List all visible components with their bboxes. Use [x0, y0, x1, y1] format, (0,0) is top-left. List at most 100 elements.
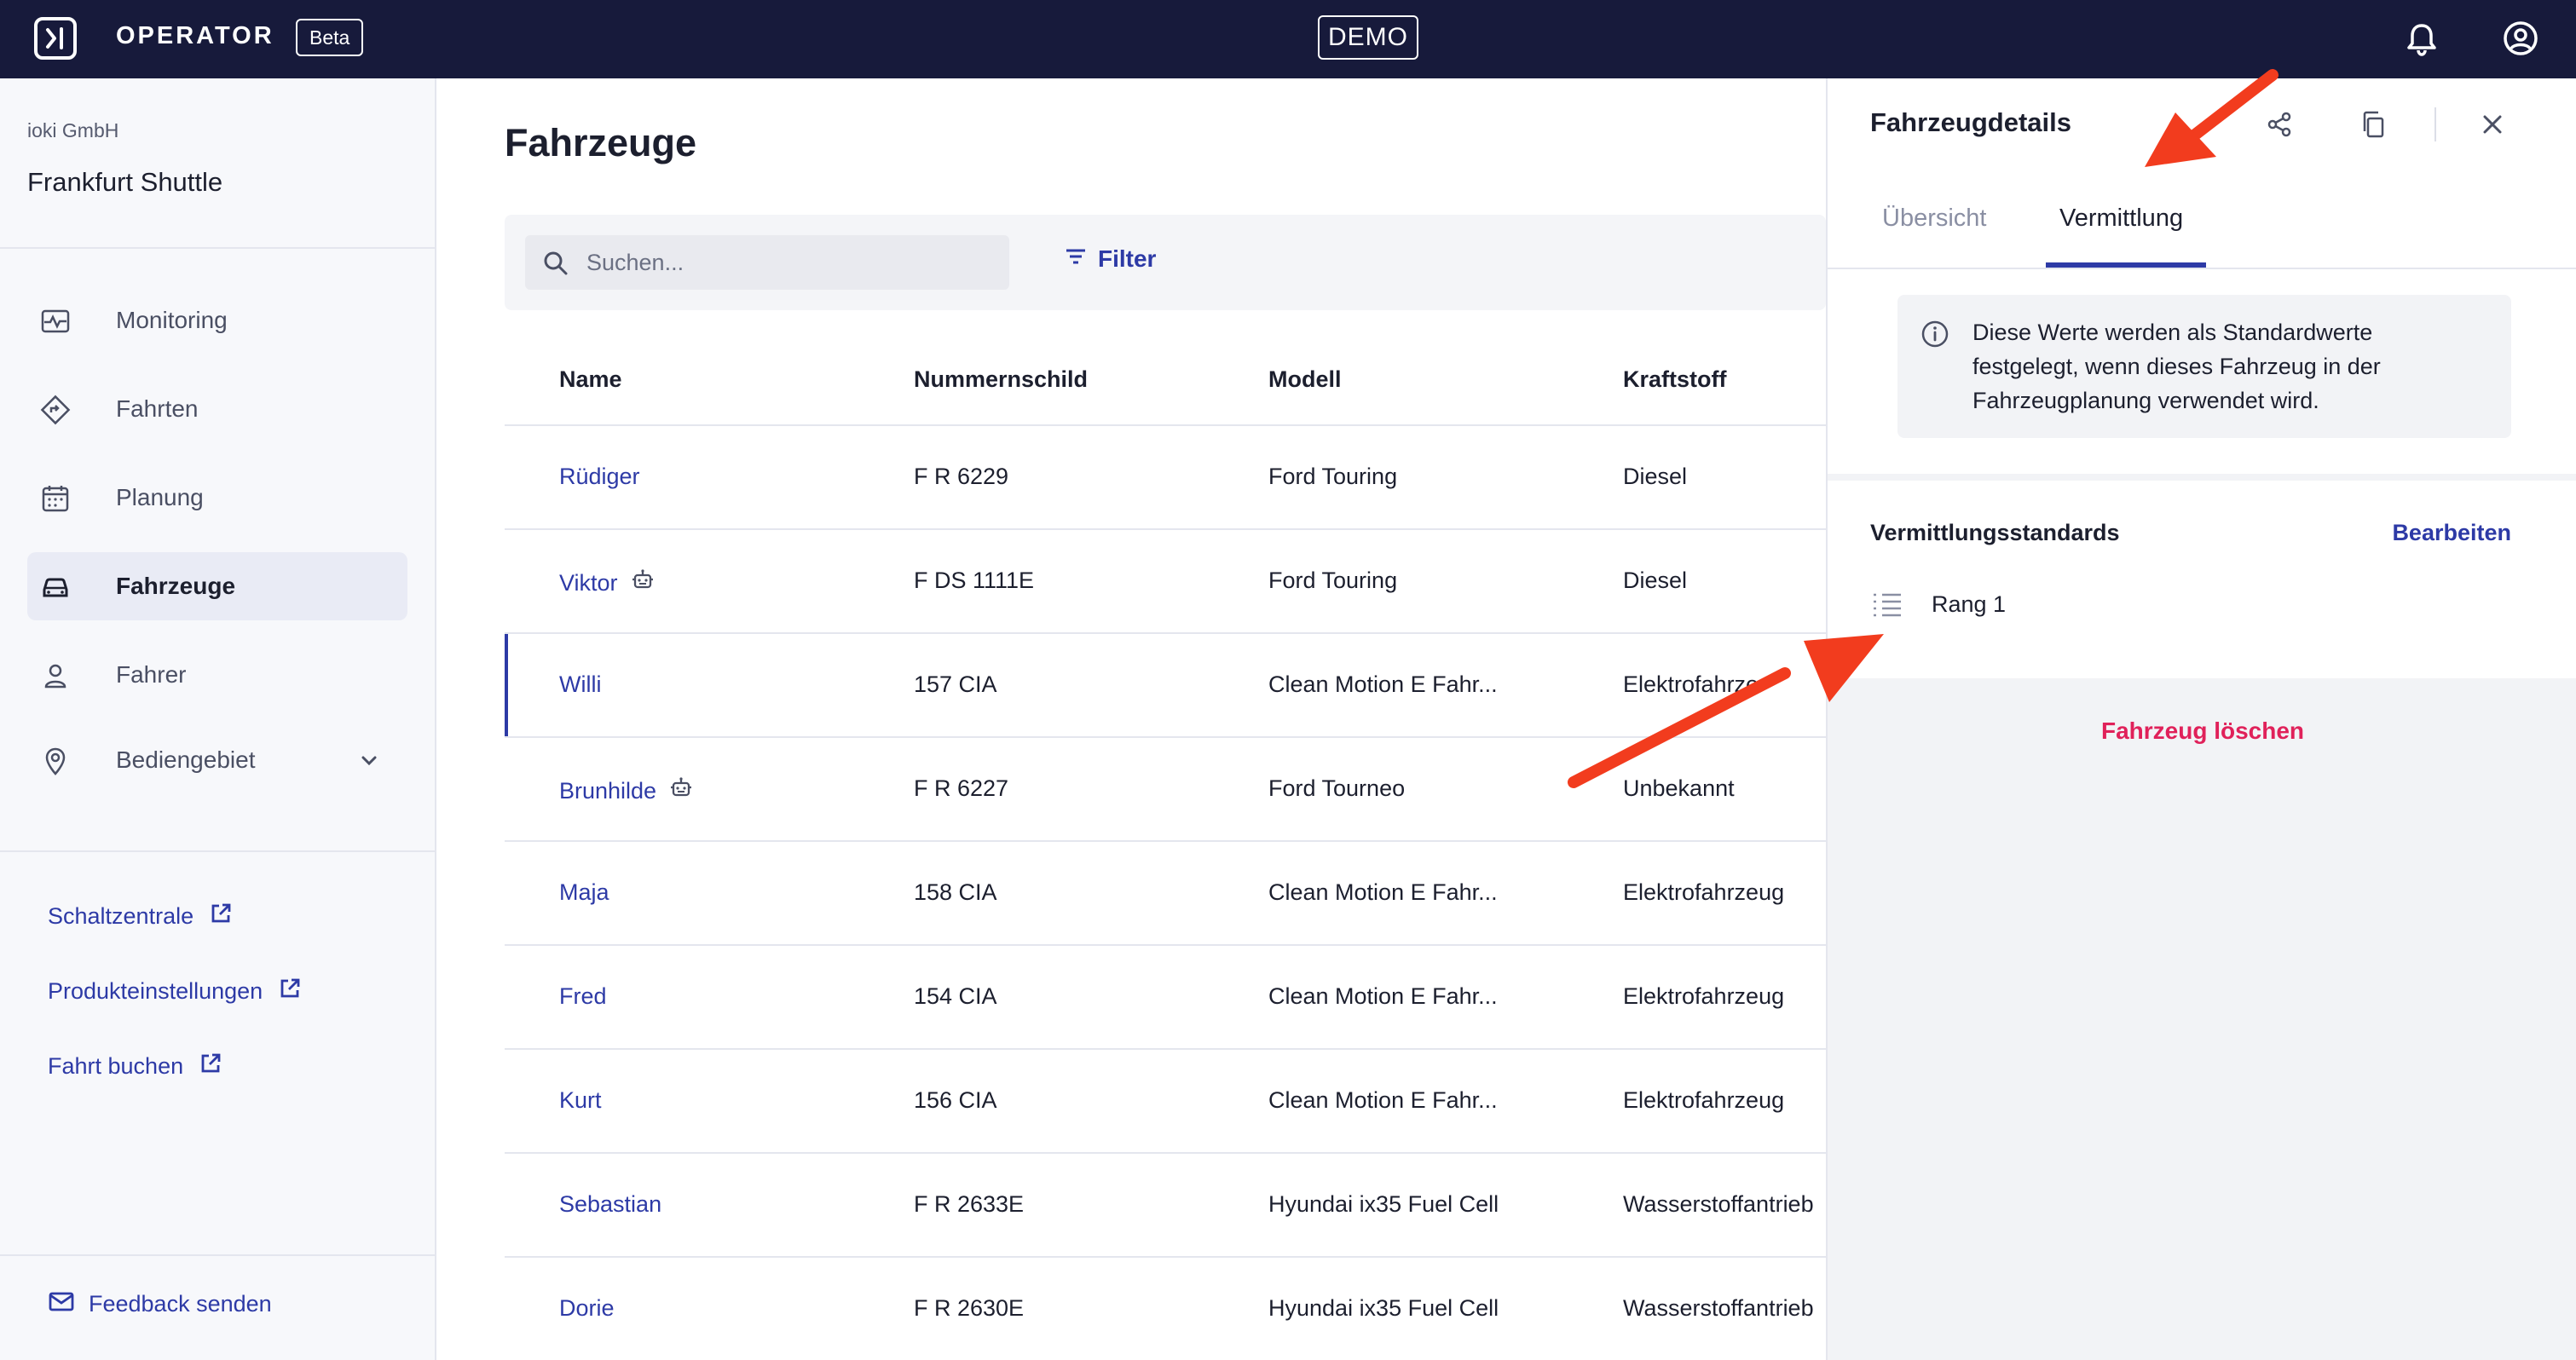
vehicle-model: Clean Motion E Fahr...: [1268, 671, 1498, 697]
active-tab-indicator: [2046, 262, 2206, 268]
vehicle-name-link[interactable]: Fred: [559, 983, 607, 1010]
copy-icon[interactable]: [2358, 109, 2388, 140]
license-plate: F R 6229: [914, 464, 1009, 489]
search-box[interactable]: [525, 235, 1009, 290]
fuel-type: Elektrofahrze: [1623, 671, 1759, 697]
sidebar-item-fahrten[interactable]: Fahrten: [27, 375, 407, 443]
link-fahrt-buchen[interactable]: Fahrt buchen: [48, 1052, 222, 1081]
feedback-button[interactable]: Feedback senden: [48, 1288, 272, 1320]
sidebar-item-monitoring[interactable]: Monitoring: [27, 286, 407, 354]
chevron-down-icon[interactable]: [356, 748, 382, 778]
sidebar-item-fahrzeuge[interactable]: Fahrzeuge: [27, 552, 407, 620]
delete-vehicle-button[interactable]: Fahrzeug löschen: [1828, 717, 2576, 745]
table-row[interactable]: Willi 157 CIA Clean Motion E Fahr... Elektr…: [505, 634, 1826, 738]
info-text: Diese Werte werden als Standardwerte fes…: [1972, 320, 2381, 413]
vehicle-name-link[interactable]: Dorie: [559, 1295, 615, 1322]
tab-vermittlung[interactable]: Vermittlung: [2059, 205, 2183, 233]
table-row[interactable]: Viktor F DS 1111E Ford Touring Diesel: [505, 530, 1826, 634]
license-plate: F R 2630E: [914, 1295, 1025, 1321]
filter-button[interactable]: Filter: [1064, 245, 1156, 273]
car-icon: [39, 571, 72, 603]
robot-icon: [630, 568, 656, 599]
link-label: Schaltzentrale: [48, 903, 194, 929]
vehicle-name-link[interactable]: Maja: [559, 879, 609, 906]
user-account-icon[interactable]: [2501, 19, 2540, 58]
beta-badge: Beta: [296, 19, 364, 56]
license-plate: F R 2633E: [914, 1191, 1025, 1217]
section-title: Vermittlungsstandards: [1870, 520, 2120, 545]
fuel-type: Diesel: [1623, 464, 1688, 489]
table-row[interactable]: Rüdiger F R 6229 Ford Touring Diesel: [505, 426, 1826, 530]
table-row[interactable]: Sebastian F R 2633E Hyundai ix35 Fuel Cell…: [505, 1154, 1826, 1258]
project-name[interactable]: Frankfurt Shuttle: [27, 167, 222, 198]
close-icon[interactable]: [2477, 109, 2508, 140]
vehicle-model: Clean Motion E Fahr...: [1268, 879, 1498, 905]
sidebar-item-label: Bediengebiet: [116, 746, 256, 773]
filter-label: Filter: [1098, 245, 1157, 272]
column-header-fuel[interactable]: Kraftstoff: [1623, 366, 1727, 393]
license-plate: 158 CIA: [914, 879, 997, 905]
search-input[interactable]: [586, 235, 996, 290]
vehicle-name: Sebastian: [559, 1191, 662, 1217]
table-row[interactable]: Dorie F R 2630E Hyundai ix35 Fuel Cell Wass…: [505, 1258, 1826, 1360]
vehicle-name: Kurt: [559, 1087, 602, 1113]
sidebar-item-bediengebiet[interactable]: Bediengebiet: [27, 726, 407, 794]
vehicle-name-link[interactable]: Brunhilde: [559, 775, 694, 807]
bell-icon[interactable]: [2402, 19, 2441, 58]
calendar-icon: [39, 482, 72, 515]
fuel-type: Unbekannt: [1623, 775, 1735, 801]
sidebar-item-label: Fahrten: [116, 395, 199, 422]
vehicle-name: Viktor: [559, 570, 618, 596]
sidebar-item-label: Monitoring: [116, 307, 228, 333]
vehicle-model: Clean Motion E Fahr...: [1268, 983, 1498, 1009]
sidebar-item-fahrer[interactable]: Fahrer: [27, 641, 407, 709]
column-header-name[interactable]: Name: [559, 366, 622, 393]
table-row[interactable]: Fred 154 CIA Clean Motion E Fahr... Elektro…: [505, 946, 1826, 1050]
vehicle-name-link[interactable]: Sebastian: [559, 1191, 661, 1218]
column-header-model[interactable]: Modell: [1268, 366, 1342, 393]
vehicle-model: Hyundai ix35 Fuel Cell: [1268, 1191, 1499, 1217]
external-link-icon: [209, 902, 233, 931]
sidebar-item-label: Fahrzeuge: [116, 573, 236, 599]
vehicle-name: Fred: [559, 983, 607, 1009]
sidebar-item-label: Fahrer: [116, 661, 187, 688]
vehicle-name-link[interactable]: Rüdiger: [559, 464, 640, 490]
external-link-icon: [199, 1052, 222, 1081]
vehicle-details-panel: Fahrzeugdetails Übersicht Vermittlung Di…: [1826, 78, 2576, 1360]
person-icon: [39, 660, 72, 692]
link-label: Fahrt buchen: [48, 1053, 184, 1079]
toolbar: Filter: [505, 215, 1826, 310]
monitoring-icon: [39, 305, 72, 337]
tab-uebersicht[interactable]: Übersicht: [1882, 205, 1987, 233]
vehicle-name-link[interactable]: Willi: [559, 671, 601, 698]
vehicle-name-link[interactable]: Kurt: [559, 1087, 602, 1114]
logo-icon[interactable]: [34, 17, 77, 60]
sidebar-item-planung[interactable]: Planung: [27, 464, 407, 532]
route-icon: [39, 394, 72, 426]
link-schaltzentrale[interactable]: Schaltzentrale: [48, 902, 233, 931]
link-produkteinstellungen[interactable]: Produkteinstellungen: [48, 977, 302, 1006]
sidebar-divider: [0, 850, 435, 852]
search-icon: [542, 250, 569, 281]
fuel-type: Diesel: [1623, 568, 1688, 593]
table-row[interactable]: Brunhilde F R 6227 Ford Tourneo Unbekannt: [505, 738, 1826, 842]
sidebar-item-label: Planung: [116, 484, 204, 510]
table-row[interactable]: Kurt 156 CIA Clean Motion E Fahr... Elektro…: [505, 1050, 1826, 1154]
fuel-type: Elektrofahrzeug: [1623, 983, 1785, 1009]
share-icon[interactable]: [2264, 109, 2295, 140]
location-pin-icon: [39, 745, 72, 777]
external-link-icon: [278, 977, 302, 1006]
robot-icon: [668, 775, 694, 807]
organization-name: ioki GmbH: [27, 119, 119, 141]
vehicle-name: Rüdiger: [559, 464, 640, 489]
vehicle-model: Ford Touring: [1268, 464, 1398, 489]
vehicle-name: Brunhilde: [559, 778, 657, 804]
rank-value: Rang 1: [1932, 591, 2007, 617]
column-header-plate[interactable]: Nummernschild: [914, 366, 1088, 393]
environment-badge: DEMO: [1318, 15, 1418, 60]
vehicle-name-link[interactable]: Viktor: [559, 568, 656, 599]
fuel-type: Elektrofahrzeug: [1623, 1087, 1785, 1113]
table-body: Rüdiger F R 6229 Ford Touring Diesel Viktor F…: [505, 426, 1826, 1360]
table-row[interactable]: Maja 158 CIA Clean Motion E Fahr... Elektro…: [505, 842, 1826, 946]
edit-button[interactable]: Bearbeiten: [2392, 520, 2511, 546]
